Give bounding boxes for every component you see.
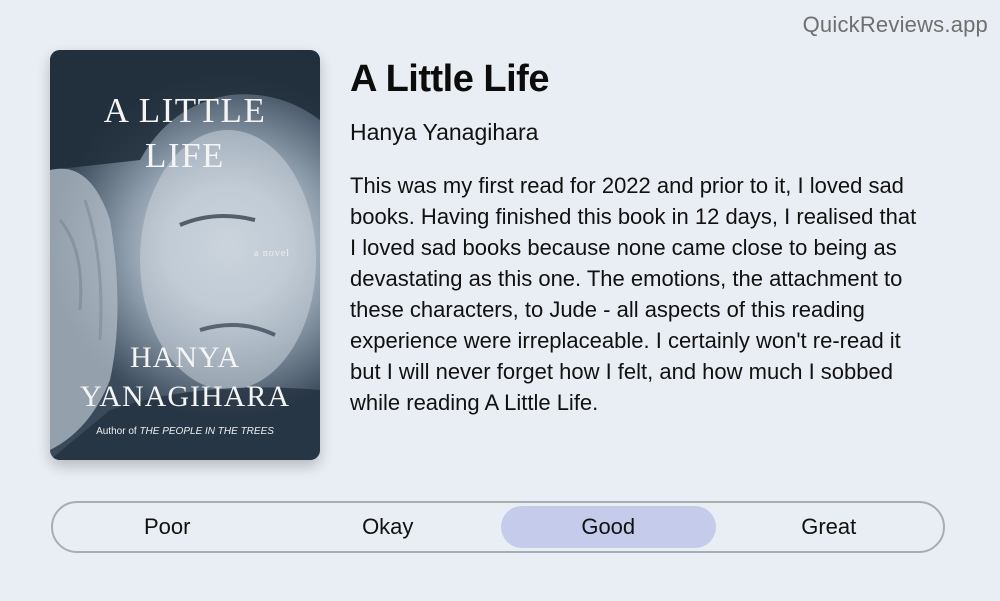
- cover-subtitle: a novel: [253, 248, 290, 259]
- cover-credit: Author of THE PEOPLE IN THE TREES: [50, 426, 320, 437]
- rating-selector: Poor Okay Good Great: [51, 501, 945, 553]
- brand-label: QuickReviews.app: [802, 12, 988, 37]
- cover-title: A LITTLE LIFE: [103, 91, 267, 175]
- cover-author: HANYA YANAGIHARA: [80, 341, 290, 413]
- review-text: This was my first read for 2022 and prio…: [350, 173, 917, 415]
- cover-credit-prefix: Author of: [96, 426, 140, 437]
- cover-credit-work: THE PEOPLE IN THE TREES: [139, 426, 274, 437]
- book-cover: A LITTLE LIFE a novel HANYA YANAGIHARA A…: [50, 50, 320, 460]
- rating-option-okay[interactable]: Okay: [281, 506, 496, 548]
- rating-option-poor[interactable]: Poor: [60, 506, 275, 548]
- book-author: Hanya Yanagihara: [350, 119, 539, 145]
- rating-option-great[interactable]: Great: [722, 506, 937, 548]
- rating-option-good[interactable]: Good: [501, 506, 716, 548]
- book-title: A Little Life: [350, 58, 549, 100]
